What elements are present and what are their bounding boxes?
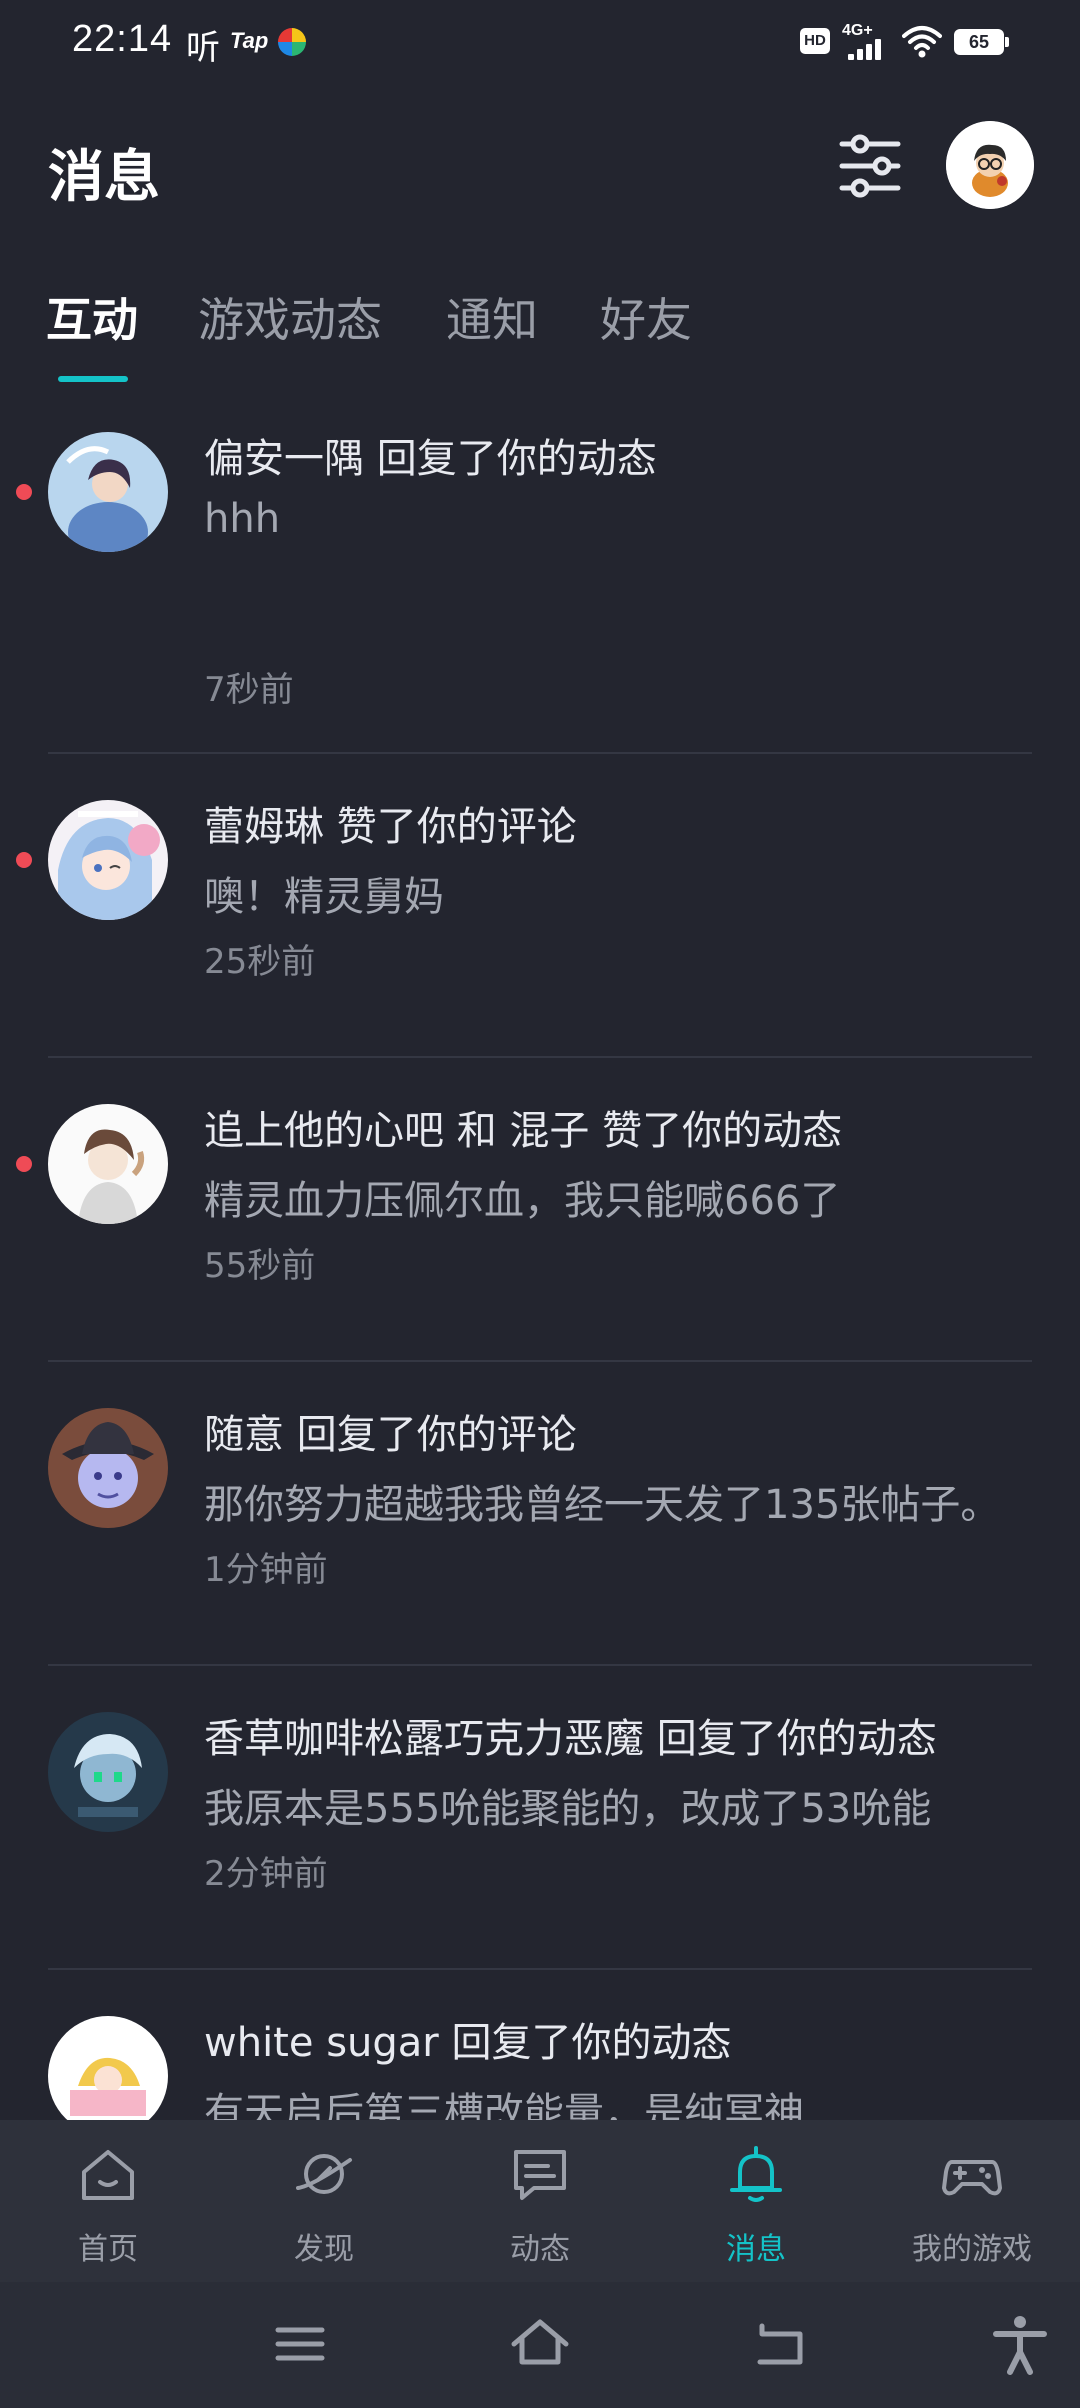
divider <box>48 1056 1032 1058</box>
tab-friends[interactable]: 好友 <box>600 284 692 350</box>
chat-icon <box>514 2150 566 2200</box>
system-nav-bar <box>0 2282 1080 2408</box>
message-time: 55秒前 <box>204 1246 316 1286</box>
filter-settings-icon[interactable] <box>830 126 910 206</box>
wifi-icon <box>902 26 942 58</box>
message-time: 1分钟前 <box>204 1550 328 1590</box>
signal-icon <box>848 38 888 60</box>
unread-dot <box>16 1156 32 1172</box>
divider <box>48 1664 1032 1666</box>
avatar[interactable] <box>48 1104 168 1224</box>
menu-icon[interactable] <box>268 2312 332 2376</box>
status-char: 听 <box>186 28 220 68</box>
message-title: 追上他的心吧 和 混子 赞了你的动态 <box>204 1108 843 1154</box>
app-color-icon <box>278 28 306 56</box>
home-icon <box>82 2150 134 2200</box>
nav-label: 我的游戏 <box>912 2232 1032 2267</box>
tab-notifications[interactable]: 通知 <box>446 284 538 350</box>
hd-badge: HD <box>800 28 830 54</box>
user-avatar[interactable] <box>946 121 1034 209</box>
back-icon[interactable] <box>748 2312 812 2376</box>
nav-home[interactable]: 首页 <box>0 2120 216 2282</box>
nav-messages[interactable]: 消息 <box>648 2120 864 2282</box>
nav-label: 动态 <box>510 2232 570 2267</box>
planet-icon <box>296 2154 352 2194</box>
divider <box>48 752 1032 754</box>
message-title: 偏安一隅 回复了你的动态 <box>204 436 657 482</box>
avatar[interactable] <box>48 800 168 920</box>
unread-dot <box>16 484 32 500</box>
list-item[interactable]: 随意 回复了你的评论 那你努力超越我我曾经一天发了135张帖子。 1分钟前 <box>0 1402 1080 1650</box>
message-time: 25秒前 <box>204 942 316 982</box>
nav-my-games[interactable]: 我的游戏 <box>864 2120 1080 2282</box>
battery-indicator: 65 <box>954 29 1009 55</box>
bottom-nav: 首页 发现 动态 消息 我的游戏 <box>0 2120 1080 2282</box>
message-title: 蕾姆琳 赞了你的评论 <box>204 804 577 850</box>
message-title: white sugar 回复了你的动态 <box>204 2020 732 2066</box>
message-body: hhh <box>204 496 281 542</box>
nav-label: 首页 <box>78 2232 138 2267</box>
gamepad-icon <box>942 2160 1002 2196</box>
divider <box>48 1360 1032 1362</box>
list-item[interactable]: 偏安一隅 回复了你的动态 hhh 7秒前 <box>0 426 1080 752</box>
nav-feed[interactable]: 动态 <box>432 2120 648 2282</box>
avatar[interactable] <box>48 432 168 552</box>
tab-bar: 互动 游戏动态 通知 好友 <box>0 284 1080 394</box>
message-time: 7秒前 <box>204 670 294 710</box>
unread-dot <box>16 852 32 868</box>
list-item[interactable]: 追上他的心吧 和 混子 赞了你的动态 精灵血力压佩尔血，我只能喊666了 55秒… <box>0 1098 1080 1346</box>
nav-label: 消息 <box>726 2232 786 2267</box>
message-body: 噢！精灵舅妈 <box>204 874 444 920</box>
tab-interaction[interactable]: 互动 <box>46 284 138 350</box>
avatar[interactable] <box>48 2016 168 2136</box>
list-item[interactable]: 蕾姆琳 赞了你的评论 噢！精灵舅妈 25秒前 <box>0 794 1080 1042</box>
nav-label: 发现 <box>294 2232 354 2267</box>
nav-discover[interactable]: 发现 <box>216 2120 432 2282</box>
home-outline-icon[interactable] <box>508 2312 572 2376</box>
tap-icon: Tap <box>230 28 269 53</box>
list-item[interactable]: 香草咖啡松露巧克力恶魔 回复了你的动态 我原本是555吮能聚能的，改成了53吮能… <box>0 1706 1080 1954</box>
bell-icon <box>730 2146 782 2202</box>
message-body: 那你努力超越我我曾经一天发了135张帖子。 <box>204 1482 1001 1528</box>
status-time: 22:14 <box>72 18 173 60</box>
message-body: 我原本是555吮能聚能的，改成了53吮能 <box>204 1786 932 1832</box>
avatar[interactable] <box>48 1712 168 1832</box>
message-title: 香草咖啡松露巧克力恶魔 回复了你的动态 <box>204 1716 937 1762</box>
page-title: 消息 <box>48 145 160 210</box>
tab-game-updates[interactable]: 游戏动态 <box>198 284 382 350</box>
screen: 22:14 听 Tap HD 4G+ 65 消息 互动 游戏动态 通知 好友 偏… <box>0 0 1080 2408</box>
divider <box>48 1968 1032 1970</box>
active-tab-indicator <box>58 376 128 382</box>
message-body: 精灵血力压佩尔血，我只能喊666了 <box>204 1178 841 1224</box>
accessibility-icon[interactable] <box>988 2312 1052 2376</box>
avatar[interactable] <box>48 1408 168 1528</box>
message-title: 随意 回复了你的评论 <box>204 1412 577 1458</box>
message-time: 2分钟前 <box>204 1854 328 1894</box>
status-bar: 22:14 听 Tap HD 4G+ 65 <box>0 0 1080 84</box>
